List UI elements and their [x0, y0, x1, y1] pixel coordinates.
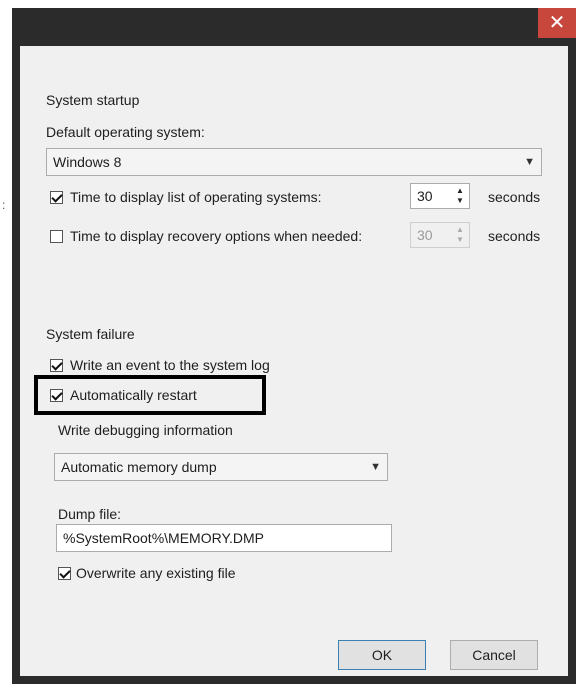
display-recovery-label: Time to display recovery options when ne…: [70, 228, 363, 244]
close-icon: ✕: [548, 12, 566, 34]
default-os-label: Default operating system:: [46, 124, 205, 140]
overwrite-checkbox[interactable]: [58, 567, 71, 580]
display-recovery-seconds[interactable]: 30 ▲ ▼: [410, 222, 470, 248]
chevron-down-icon: ▼: [524, 156, 535, 168]
display-os-list-label: Time to display list of operating system…: [70, 189, 322, 205]
title-bar: ✕: [12, 8, 576, 46]
dump-file-input[interactable]: %SystemRoot%\MEMORY.DMP: [56, 524, 392, 552]
display-os-list-unit: seconds: [488, 189, 541, 205]
close-button[interactable]: ✕: [538, 8, 576, 38]
overwrite-label: Overwrite any existing file: [76, 565, 236, 581]
ok-button[interactable]: OK: [338, 640, 426, 670]
display-recovery-value: 30: [417, 227, 433, 243]
cancel-button[interactable]: Cancel: [450, 640, 538, 670]
write-event-checkbox[interactable]: [50, 359, 63, 372]
default-os-dropdown[interactable]: Windows 8 ▼: [46, 148, 542, 176]
chevron-down-icon: ▼: [370, 461, 381, 473]
debug-info-label: Write debugging information: [58, 422, 233, 438]
auto-restart-checkbox[interactable]: [50, 389, 63, 402]
display-recovery-checkbox[interactable]: [50, 230, 63, 243]
dump-file-value: %SystemRoot%\MEMORY.DMP: [63, 530, 264, 546]
default-os-value: Windows 8: [53, 154, 122, 170]
display-recovery-unit: seconds: [488, 228, 541, 244]
system-startup-heading: System startup: [46, 92, 140, 108]
auto-restart-label: Automatically restart: [70, 387, 197, 403]
dump-file-label: Dump file:: [58, 506, 122, 522]
display-os-list-value: 30: [417, 188, 433, 204]
spin-updown-icon[interactable]: ▲ ▼: [453, 186, 467, 206]
display-os-list-seconds[interactable]: 30 ▲ ▼: [410, 183, 470, 209]
system-failure-heading: System failure: [46, 326, 135, 342]
dialog-body: System startup Default operating system:…: [20, 46, 568, 676]
startup-recovery-dialog: ✕ System startup Default operating syste…: [12, 8, 576, 684]
stray-mark: :: [2, 198, 6, 212]
display-os-list-checkbox[interactable]: [50, 191, 63, 204]
debug-info-dropdown[interactable]: Automatic memory dump ▼: [54, 453, 388, 481]
write-event-label: Write an event to the system log: [70, 357, 270, 373]
spin-updown-icon[interactable]: ▲ ▼: [453, 225, 467, 245]
debug-info-value: Automatic memory dump: [61, 459, 217, 475]
